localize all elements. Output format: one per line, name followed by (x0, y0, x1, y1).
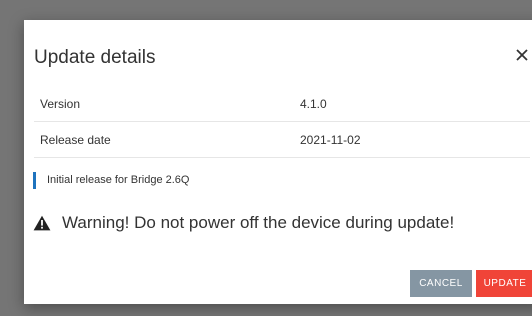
detail-row-release-date: Release date 2021-11-02 (34, 121, 530, 158)
update-details-dialog: Update details Version 4.1.0 Release dat… (24, 20, 532, 304)
warning-icon (33, 215, 51, 231)
update-button[interactable]: UPDATE (476, 270, 532, 297)
detail-value: 4.1.0 (300, 97, 327, 111)
close-icon (512, 45, 532, 65)
warning-text: Warning! Do not power off the device dur… (62, 213, 455, 232)
cancel-button[interactable]: CANCEL (410, 270, 472, 297)
detail-value: 2021-11-02 (300, 133, 361, 147)
dialog-title: Update details (34, 47, 156, 68)
detail-row-version: Version 4.1.0 (34, 85, 530, 122)
warning-message: Warning! Do not power off the device dur… (33, 212, 454, 234)
release-note: Initial release for Bridge 2.6Q (33, 172, 189, 189)
detail-label: Release date (40, 133, 111, 147)
detail-label: Version (40, 97, 81, 111)
close-button[interactable] (512, 45, 532, 65)
